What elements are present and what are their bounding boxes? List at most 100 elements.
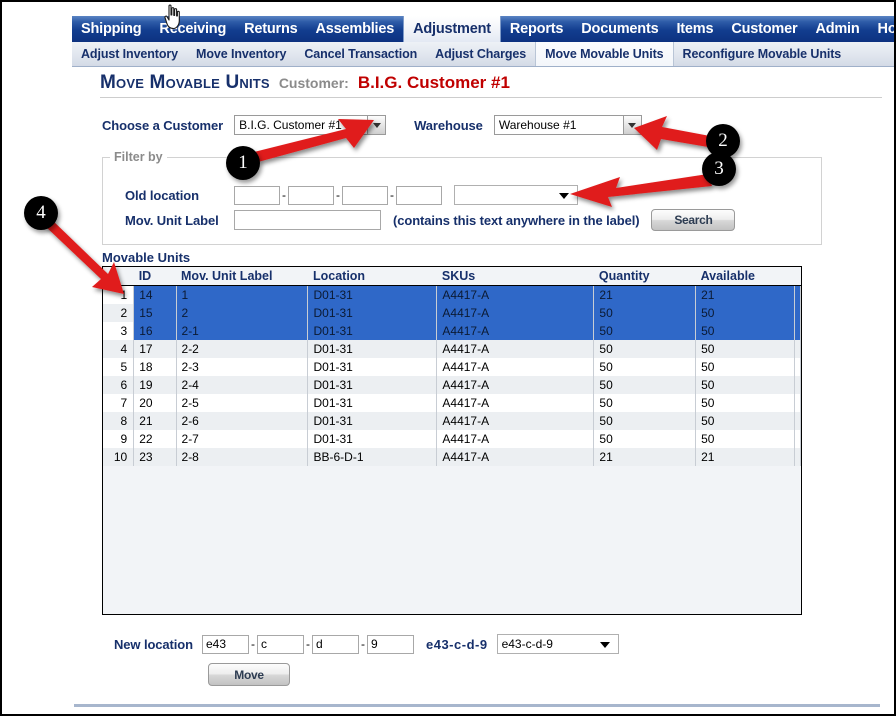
cell-id: 17 [133,340,177,358]
customer-select[interactable]: B.I.G. Customer #1 [234,115,387,135]
movable-units-table-container[interactable]: ID Mov. Unit Label Location SKUs Quantity Ava… [102,266,802,615]
old-location-part-1[interactable] [234,185,280,205]
filter-hint: (contains this text anywhere in the labe… [393,212,640,228]
table-row[interactable]: 7 20 2-5 D01-31 A4417-A 50 50 [103,394,801,412]
warehouse-select[interactable]: Warehouse #1 [493,115,642,135]
cell-id: 14 [133,285,177,304]
nav-item-reports[interactable]: Reports [501,16,572,42]
cell-skus: A4417-A [436,394,595,412]
filter-legend: Filter by [110,150,167,164]
mov-unit-label-input[interactable] [234,210,381,230]
cell-label: 2-1 [176,322,309,340]
subnav-item-move-inventory[interactable]: Move Inventory [187,42,295,66]
subnav-item-reconfigure-movable-units[interactable]: Reconfigure Movable Units [674,42,851,66]
application-window: Shipping Receiving Returns Assemblies Adjust… [0,0,896,716]
nav-item-home[interactable]: Home [869,16,894,42]
cell-id: 15 [133,304,177,322]
cell-quantity: 50 [593,430,697,448]
old-location-part-3[interactable] [342,185,388,205]
nav-item-assemblies[interactable]: Assemblies [307,16,404,42]
dash-separator: - [360,637,365,651]
cell-spacer [794,340,801,358]
table-header-cell[interactable]: SKUs [436,267,594,286]
cell-location: BB-6-D-1 [307,448,438,466]
subnav-item-adjust-inventory[interactable]: Adjust Inventory [72,42,187,66]
chevron-down-icon[interactable] [559,193,569,199]
table-row[interactable]: 6 19 2-4 D01-31 A4417-A 50 50 [103,376,801,394]
nav-item-shipping[interactable]: Shipping [72,16,150,42]
table-row[interactable]: 1 14 1 D01-31 A4417-A 21 21 [103,285,801,304]
table-header-cell[interactable]: ID [133,267,177,286]
nav-item-label: Reports [509,21,564,37]
table-row[interactable]: 9 22 2-7 D01-31 A4417-A 50 50 [103,430,801,448]
customer-label: Customer: [278,75,349,91]
row-number: 2 [103,304,135,322]
subnav-item-label: Move Inventory [196,47,287,61]
sub-navigation: Adjust Inventory Move Inventory Cancel Tra… [72,42,894,67]
cell-location: D01-31 [307,394,438,412]
cell-available: 50 [695,304,795,322]
old-location-part-2[interactable] [288,185,334,205]
cell-id: 23 [133,448,177,466]
cell-label: 2-8 [176,448,309,466]
chevron-down-icon[interactable] [367,116,386,134]
old-location-select[interactable] [454,185,578,205]
table-row[interactable]: 5 18 2-3 D01-31 A4417-A 50 50 [103,358,801,376]
table-header-cell[interactable]: Available [695,267,795,286]
cell-id: 21 [133,412,177,430]
warehouse-select-value: Warehouse #1 [498,118,577,132]
table-row[interactable]: 3 16 2-1 D01-31 A4417-A 50 50 [103,322,801,340]
new-location-part-1[interactable] [201,634,249,654]
row-number: 7 [103,394,135,412]
subnav-item-move-movable-units[interactable]: Move Movable Units [535,42,674,66]
table-row[interactable]: 4 17 2-2 D01-31 A4417-A 50 50 [103,340,801,358]
cell-quantity: 50 [593,322,697,340]
nav-item-customer[interactable]: Customer [722,16,806,42]
nav-item-documents[interactable]: Documents [572,16,667,42]
search-button[interactable]: Search [651,209,736,231]
subnav-item-adjust-charges[interactable]: Adjust Charges [426,42,535,66]
new-location-part-4[interactable] [366,634,414,654]
nav-item-items[interactable]: Items [667,16,722,42]
table-row[interactable]: 10 23 2-8 BB-6-D-1 A4417-A 21 21 [103,448,801,466]
arrow-2 [634,116,710,150]
move-button[interactable]: Move [208,663,290,686]
cell-id: 22 [133,430,177,448]
row-number: 3 [103,322,135,340]
chevron-down-icon[interactable] [622,116,641,134]
subnav-item-cancel-transaction[interactable]: Cancel Transaction [295,42,426,66]
new-location-part-2[interactable] [256,634,304,654]
new-location-select[interactable]: e43-c-d-9 [496,634,619,654]
cell-skus: A4417-A [436,412,595,430]
nav-item-returns[interactable]: Returns [235,16,306,42]
chevron-down-icon[interactable] [599,642,610,648]
new-location-row: New location - - - e43-c-d-9 e43-c-d-9 [114,633,619,655]
title-divider [100,97,882,98]
cell-quantity: 50 [593,394,697,412]
new-location-part-3[interactable] [311,634,359,654]
choose-customer-label: Choose a Customer [102,117,224,133]
cell-spacer [794,304,801,322]
table-header-cell[interactable]: Location [307,267,437,286]
row-number: 10 [103,448,135,466]
cell-id: 18 [133,358,177,376]
table-header-cell[interactable] [103,267,134,286]
movable-units-table: ID Mov. Unit Label Location SKUs Quantity Ava… [103,267,801,466]
nav-item-label: Admin [815,21,860,37]
old-location-part-4[interactable] [396,185,442,205]
table-row[interactable]: 2 15 2 D01-31 A4417-A 50 50 [103,304,801,322]
table-caption: Movable Units [102,250,191,265]
cell-quantity: 50 [593,412,697,430]
cell-location: D01-31 [307,285,438,304]
table-header-cell[interactable] [794,267,801,286]
nav-item-adjustment[interactable]: Adjustment [403,16,501,42]
nav-item-admin[interactable]: Admin [806,16,868,42]
table-header-cell[interactable]: Mov. Unit Label [176,267,308,286]
table-row[interactable]: 8 21 2-6 D01-31 A4417-A 50 50 [103,412,801,430]
table-header-cell[interactable]: Quantity [593,267,696,286]
table-body: 1 14 1 D01-31 A4417-A 21 21 2 15 2 D01-31 A4417-A 50… [103,285,801,466]
cell-available: 50 [695,394,795,412]
new-location-preview: e43-c-d-9 [425,636,488,652]
subnav-item-label: Adjust Inventory [81,47,179,61]
cell-quantity: 50 [593,376,697,394]
